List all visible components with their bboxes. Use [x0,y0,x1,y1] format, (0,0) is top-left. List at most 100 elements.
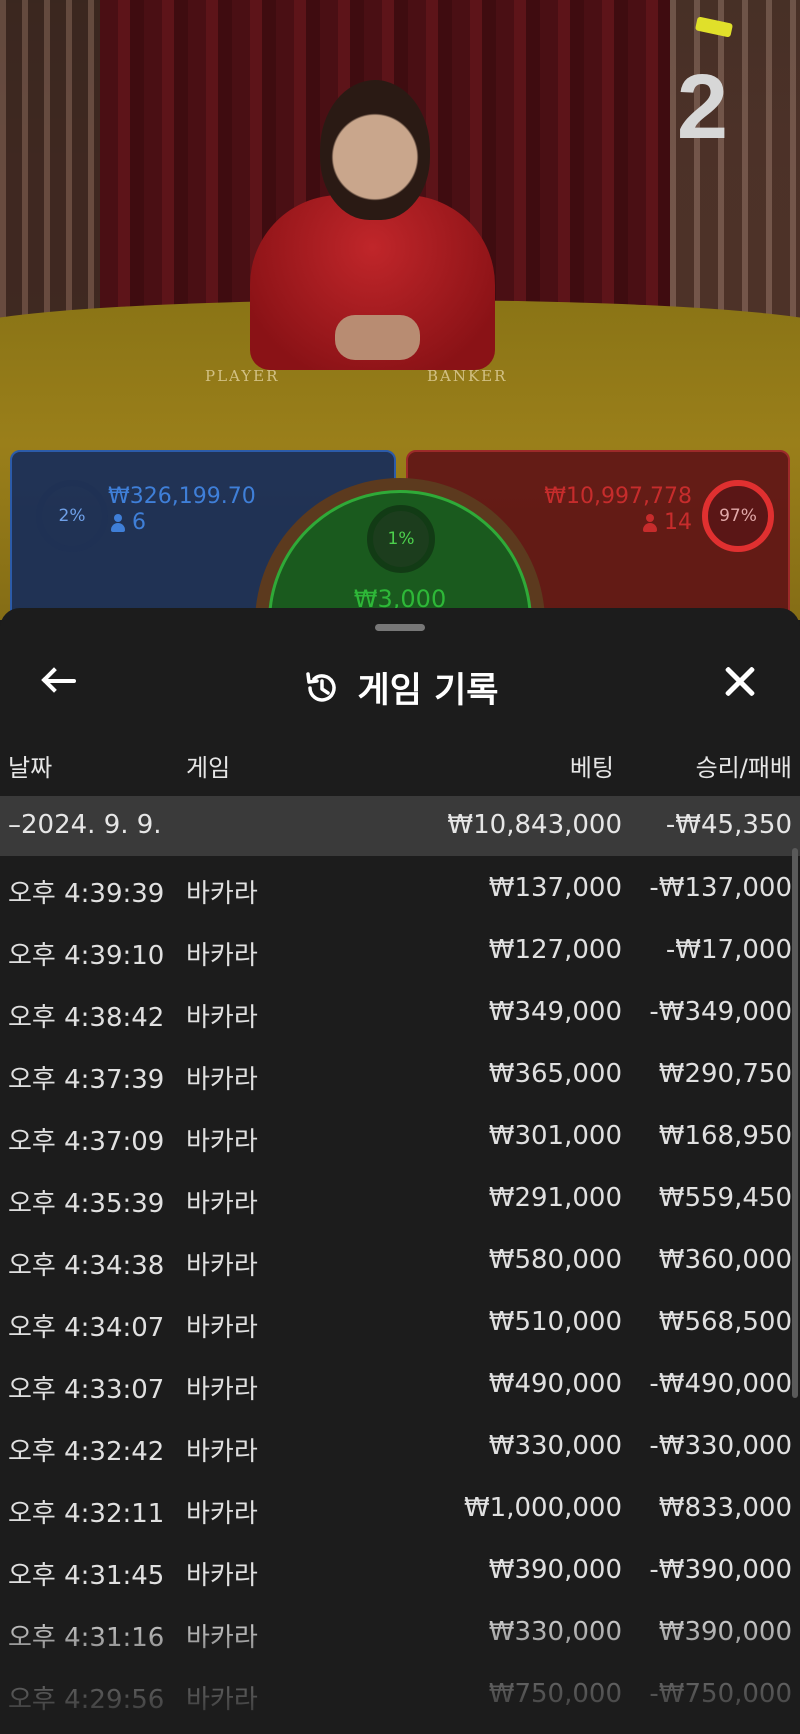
row-game: 바카라 [186,1251,258,1281]
history-row[interactable]: 오후 4:31:45 바카라 ₩390,000 -₩390,000 [0,1538,800,1600]
row-result: ₩559,450 [658,1183,792,1213]
history-row[interactable]: 오후 4:32:11 바카라 ₩1,000,000 ₩833,000 [0,1476,800,1538]
history-row[interactable]: 오후 4:37:39 바카라 ₩365,000 ₩290,750 [0,1042,800,1104]
sheet-header: 게임 기록 [0,648,800,718]
row-result: -₩490,000 [649,1369,792,1399]
row-time: 오후 4:32:42 [8,1437,165,1467]
player-count: 6 [110,510,146,535]
decor-screen-right [670,0,800,330]
player-percent: 2% [36,480,108,552]
column-header-bet[interactable]: 베팅 [570,748,614,783]
row-result: ₩360,000 [658,1245,792,1275]
row-bet: ₩510,000 [488,1307,622,1337]
day-summary-row[interactable]: –2024. 9. 9. ₩10,843,000 -₩45,350 [0,796,800,856]
row-time: 오후 4:35:39 [8,1189,165,1219]
row-result: ₩568,500 [658,1307,792,1337]
row-result: -₩390,000 [649,1555,792,1585]
row-game: 바카라 [186,1499,258,1529]
dealer-head [320,80,430,220]
history-row[interactable]: 오후 4:31:16 바카라 ₩330,000 ₩390,000 [0,1600,800,1662]
column-header-game[interactable]: 게임 [186,748,230,783]
row-result: -₩137,000 [649,873,792,903]
column-header-date[interactable]: 날짜 [8,748,52,783]
day-date: –2024. 9. 9. [8,810,162,840]
row-bet: ₩127,000 [488,935,622,965]
history-row[interactable]: 오후 4:38:42 바카라 ₩349,000 -₩349,000 [0,980,800,1042]
row-bet: ₩580,000 [488,1245,622,1275]
banker-percent: 97% [702,480,774,552]
game-history-sheet: 게임 기록 날짜 게임 베팅 승리/패배 –2024. 9. 9. ₩10,84… [0,608,800,1734]
row-game: 바카라 [186,1313,258,1343]
round-number: 2 [676,56,728,158]
live-video: PLAYER BANKER 2 2% ₩326,199.70 6 97% ₩10… [0,0,800,620]
row-game: 바카라 [186,1127,258,1157]
history-row[interactable]: 오후 4:34:07 바카라 ₩510,000 ₩568,500 [0,1290,800,1352]
row-game: 바카라 [186,879,258,909]
history-icon [305,671,336,702]
row-result: -₩17,000 [665,935,792,965]
row-time: 오후 4:33:07 [8,1375,165,1405]
banker-count-value: 14 [664,510,692,535]
row-bet: ₩490,000 [488,1369,622,1399]
row-time: 오후 4:29:56 [8,1685,165,1715]
felt-banker-label: BANKER [427,367,508,385]
row-time: 오후 4:38:42 [8,1003,165,1033]
dealer-hands [335,315,420,360]
row-game: 바카라 [186,941,258,971]
banker-bet-amount: ₩10,997,778 [544,484,692,509]
row-time: 오후 4:31:16 [8,1623,165,1653]
row-result: -₩349,000 [649,997,792,1027]
person-icon [642,513,658,532]
row-time: 오후 4:37:09 [8,1127,165,1157]
history-row[interactable]: 오후 4:35:39 바카라 ₩291,000 ₩559,450 [0,1166,800,1228]
history-row[interactable]: 오후 4:37:09 바카라 ₩301,000 ₩168,950 [0,1104,800,1166]
row-bet: ₩301,000 [488,1121,622,1151]
row-bet: ₩291,000 [488,1183,622,1213]
history-row[interactable]: 오후 4:32:42 바카라 ₩330,000 -₩330,000 [0,1414,800,1476]
history-row[interactable]: 오후 4:34:38 바카라 ₩580,000 ₩360,000 [0,1228,800,1290]
row-game: 바카라 [186,1375,258,1405]
row-bet: ₩750,000 [488,1679,622,1709]
history-row[interactable]: 오후 4:33:07 바카라 ₩490,000 -₩490,000 [0,1352,800,1414]
history-row[interactable]: 오후 4:39:39 바카라 ₩137,000 -₩137,000 [0,856,800,918]
player-count-value: 6 [132,510,146,535]
row-time: 오후 4:37:39 [8,1065,165,1095]
felt-player-label: PLAYER [205,367,280,385]
row-result: ₩833,000 [658,1493,792,1523]
day-result-total: -₩45,350 [665,810,792,840]
decor-screen-left [0,0,100,330]
sheet-title: 게임 기록 [357,671,499,711]
row-bet: ₩390,000 [488,1555,622,1585]
day-bet-total: ₩10,843,000 [447,810,622,840]
row-bet: ₩349,000 [488,997,622,1027]
history-row[interactable]: 오후 4:29:56 바카라 ₩750,000 -₩750,000 [0,1662,800,1724]
row-bet: ₩1,000,000 [463,1493,622,1523]
row-game: 바카라 [186,1065,258,1095]
row-bet: ₩330,000 [488,1617,622,1647]
row-result: ₩390,000 [658,1617,792,1647]
row-game: 바카라 [186,1561,258,1591]
scrollbar[interactable] [792,848,798,1398]
drag-handle[interactable] [375,624,425,631]
row-bet: ₩330,000 [488,1431,622,1461]
row-game: 바카라 [186,1685,258,1715]
row-result: ₩168,950 [658,1121,792,1151]
row-game: 바카라 [186,1189,258,1219]
row-game: 바카라 [186,1437,258,1467]
banker-count: 14 [642,510,692,535]
row-time: 오후 4:39:10 [8,941,165,971]
row-game: 바카라 [186,1623,258,1653]
row-time: 오후 4:39:39 [8,879,165,909]
history-list: 오후 4:39:39 바카라 ₩137,000 -₩137,000 오후 4:3… [0,856,800,1724]
row-time: 오후 4:31:45 [8,1561,165,1591]
player-bet-amount: ₩326,199.70 [108,484,256,509]
title-group: 게임 기록 [0,662,800,713]
row-bet: ₩137,000 [488,873,622,903]
history-row[interactable]: 오후 4:39:10 바카라 ₩127,000 -₩17,000 [0,918,800,980]
row-time: 오후 4:32:11 [8,1499,165,1529]
person-icon [110,513,126,532]
column-header-result[interactable]: 승리/패배 [696,748,792,783]
close-button[interactable] [720,662,760,702]
row-game: 바카라 [186,1003,258,1033]
tie-percent: 1% [367,505,435,573]
